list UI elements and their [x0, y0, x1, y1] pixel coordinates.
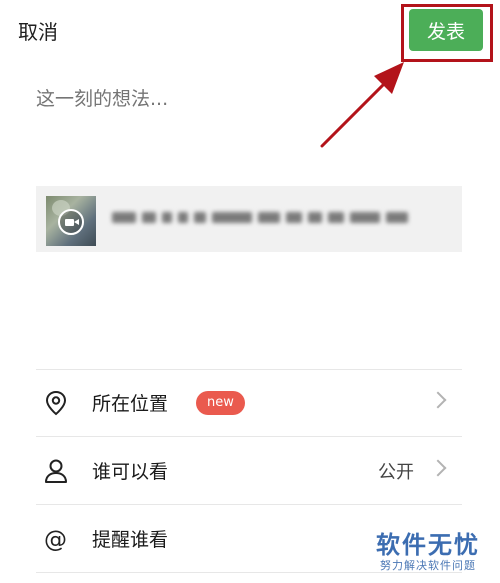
option-label: 提醒谁看 — [92, 529, 169, 551]
link-title-blurred — [112, 208, 422, 226]
thoughts-input[interactable] — [36, 88, 436, 110]
link-thumbnail — [46, 196, 96, 246]
new-badge: new — [196, 391, 245, 415]
visibility-value: 公开 — [378, 462, 414, 483]
watermark-logo-text: 软件无忧 — [376, 531, 480, 559]
svg-text:@: @ — [44, 527, 67, 553]
option-label: 谁可以看 — [92, 461, 169, 483]
at-sign-icon: @ — [44, 527, 67, 553]
watermark-tagline: 努力解决软件问题 — [380, 559, 476, 572]
chevron-right-icon — [429, 459, 447, 477]
video-camera-icon — [58, 209, 84, 235]
chevron-right-icon — [429, 391, 447, 409]
shared-link-card[interactable] — [36, 186, 462, 252]
option-visibility[interactable]: 谁可以看 公开 — [36, 437, 462, 505]
option-label: 所在位置 — [92, 393, 169, 415]
option-location[interactable]: 所在位置 new — [36, 369, 462, 437]
cancel-button[interactable]: 取消 — [18, 16, 58, 45]
person-icon — [45, 459, 67, 483]
location-pin-icon — [45, 390, 67, 416]
